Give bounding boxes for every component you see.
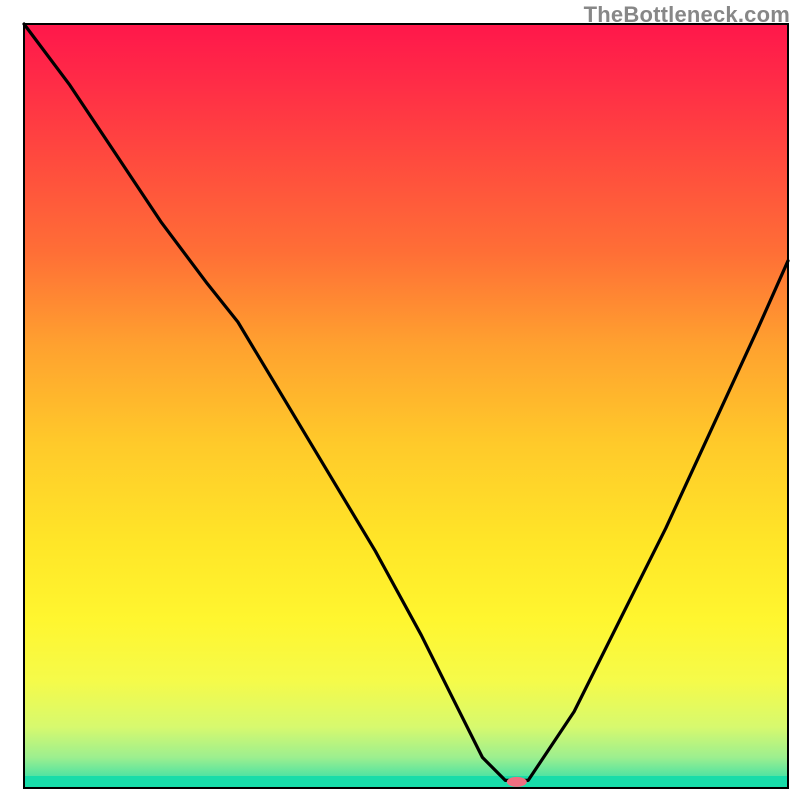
bottleneck-chart (0, 0, 800, 800)
plot-background (24, 24, 788, 788)
bottom-green-strip (24, 776, 788, 788)
chart-container: TheBottleneck.com (0, 0, 800, 800)
minimum-marker (507, 777, 527, 787)
watermark-text: TheBottleneck.com (584, 2, 790, 28)
